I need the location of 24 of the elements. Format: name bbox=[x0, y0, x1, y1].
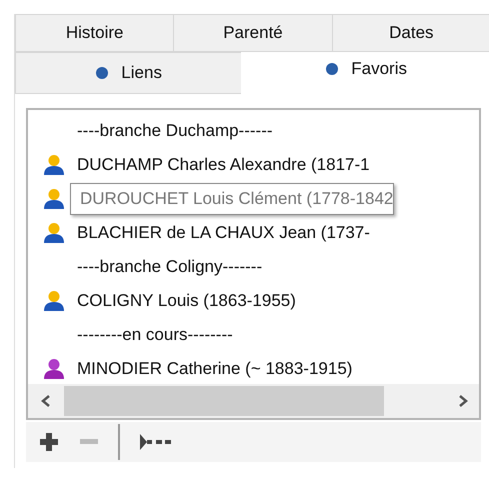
tab[interactable]: Dates bbox=[332, 14, 489, 52]
circle-icon bbox=[95, 66, 110, 80]
person-icon bbox=[43, 290, 65, 312]
add-icon[interactable] bbox=[38, 431, 60, 453]
person-icon bbox=[43, 188, 65, 210]
scrollbar-thumb[interactable] bbox=[64, 386, 384, 416]
group-separator: --------en cours-------- bbox=[77, 325, 233, 345]
tab[interactable]: Liens bbox=[15, 52, 242, 94]
favorite-item[interactable]: COLIGNY Louis (1863-1955) bbox=[77, 291, 296, 311]
group-separator: ----branche Duchamp------ bbox=[77, 121, 273, 141]
scroll-left-icon[interactable] bbox=[40, 394, 52, 408]
favorite-item[interactable]: DUCHAMP Charles Alexandre (1817-1 bbox=[77, 155, 370, 175]
favorite-item[interactable]: MINODIER Catherine (~ 1883-1915) bbox=[77, 359, 352, 379]
scroll-right-icon[interactable] bbox=[457, 394, 469, 408]
favorite-item[interactable]: BLACHIER de LA CHAUX Jean (1737- bbox=[77, 223, 370, 243]
group-separator: ----branche Coligny------- bbox=[77, 257, 262, 277]
person-icon bbox=[43, 154, 65, 176]
tooltip: DUROUCHET Louis Clément (1778-1842 bbox=[70, 183, 394, 215]
tab[interactable]: Histoire bbox=[15, 14, 174, 52]
person-icon bbox=[43, 222, 65, 244]
tab[interactable]: Parenté bbox=[173, 14, 332, 52]
person-icon bbox=[43, 358, 65, 380]
horizontal-scrollbar[interactable] bbox=[28, 384, 479, 418]
circle-icon bbox=[325, 62, 340, 76]
